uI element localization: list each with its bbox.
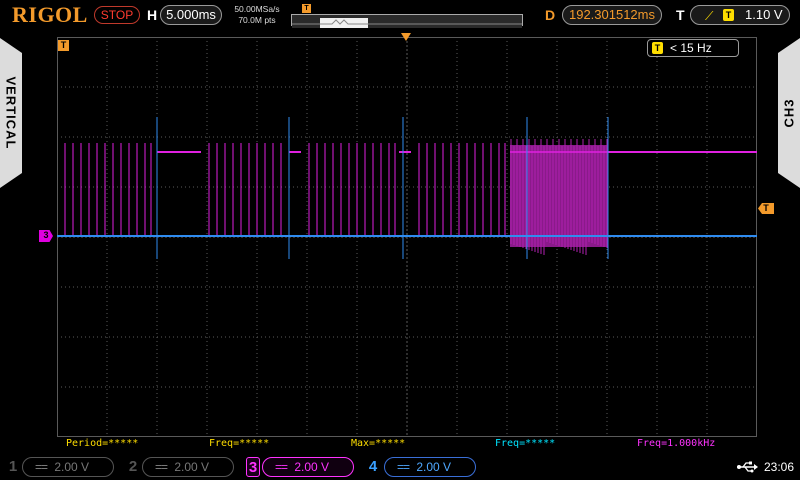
delay-value[interactable]: 192.301512ms: [562, 5, 662, 25]
rising-edge-icon: ⟋: [705, 9, 714, 23]
ch4-number[interactable]: 4: [366, 457, 380, 477]
ch4-settings[interactable]: == 2.00 V: [384, 457, 476, 477]
ch1-scale: 2.00 V: [54, 460, 90, 474]
acquisition-info: 50.00MSa/s 70.0M pts: [228, 4, 286, 26]
ch2-number[interactable]: 2: [126, 457, 140, 477]
channel-status-bar: 1 == 2.00 V 2 == 2.00 V 3 == 2.00 V 4 ==…: [0, 454, 800, 480]
measurement-period[interactable]: Period=*****: [66, 438, 138, 449]
active-channel-tab[interactable]: CH3: [778, 38, 800, 188]
memory-overview-bar[interactable]: [291, 14, 523, 28]
memory-depth: 70.0M pts: [238, 15, 276, 25]
waveform-display[interactable]: [57, 37, 757, 437]
brand-logo: RIGOL: [12, 2, 88, 27]
trigger-frequency-box: T < 15 Hz: [647, 39, 739, 57]
trigger-label: T: [676, 7, 685, 23]
usb-icon: [737, 461, 758, 473]
trigger-level-value: 1.10 V: [745, 7, 783, 22]
measurement-max[interactable]: Max=*****: [351, 438, 405, 449]
timebase-value[interactable]: 5.000ms: [160, 5, 222, 25]
ch4-scale: 2.00 V: [416, 460, 452, 474]
delay-label: D: [545, 7, 556, 23]
ch3-settings[interactable]: == 2.00 V: [262, 457, 354, 477]
trigger-frequency-text: < 15 Hz: [670, 41, 712, 55]
dc-coupling-icon: ==: [155, 460, 168, 474]
memory-trigger-marker: T: [302, 4, 311, 13]
horizontal-label: H: [147, 7, 158, 23]
ch3-scale: 2.00 V: [294, 460, 330, 474]
top-status-bar: RIGOL STOP H 5.000ms 50.00MSa/s 70.0M pt…: [0, 0, 800, 32]
ch3-offset-marker[interactable]: 3: [39, 230, 53, 242]
system-clock: 23:06: [764, 460, 795, 474]
run-stop-indicator[interactable]: STOP: [94, 6, 140, 24]
sample-rate: 50.00MSa/s: [234, 4, 280, 14]
active-channel-label: CH3: [781, 98, 797, 128]
dc-coupling-icon: ==: [35, 460, 48, 474]
measurement-row: Period=***** Freq=***** Max=***** Freq=*…: [0, 437, 800, 451]
trigger-setting[interactable]: ⟋ T 1.10 V: [690, 5, 790, 25]
vertical-menu-tab[interactable]: VERTICAL: [0, 38, 22, 188]
dc-coupling-icon: ==: [275, 460, 288, 474]
trigger-level-marker[interactable]: T: [758, 203, 774, 214]
ch2-scale: 2.00 V: [174, 460, 210, 474]
measurement-freq-ch3[interactable]: Freq=1.000kHz: [637, 438, 715, 449]
ch1-settings[interactable]: == 2.00 V: [22, 457, 114, 477]
vertical-tab-label: VERTICAL: [3, 76, 19, 150]
measurement-freq[interactable]: Freq=*****: [209, 438, 269, 449]
ch3-number[interactable]: 3: [246, 457, 260, 477]
memory-overview-waveform: [292, 18, 522, 28]
waveform-grid: [57, 37, 757, 437]
trigger-source-icon: T: [723, 9, 734, 21]
trigger-time-marker[interactable]: T: [58, 40, 69, 51]
ch1-number[interactable]: 1: [6, 457, 20, 477]
ch2-settings[interactable]: == 2.00 V: [142, 457, 234, 477]
dc-coupling-icon: ==: [397, 460, 410, 474]
trigger-source-icon: T: [652, 42, 663, 54]
measurement-freq-ch4[interactable]: Freq=*****: [495, 438, 555, 449]
